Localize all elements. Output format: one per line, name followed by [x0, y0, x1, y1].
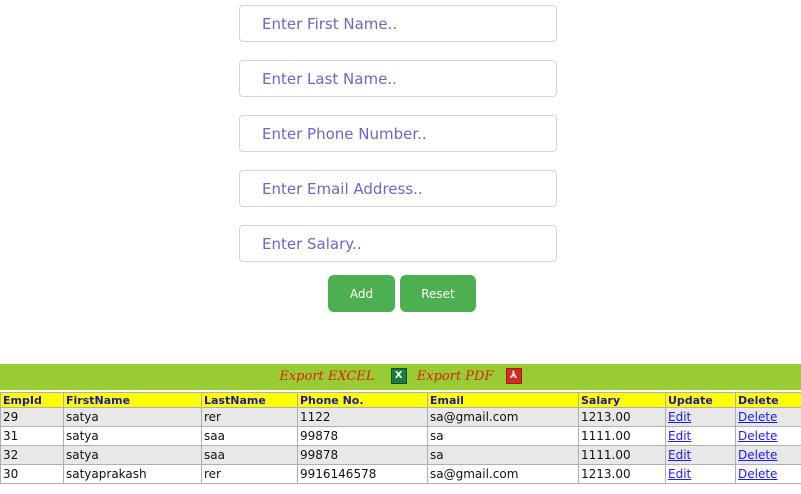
header-lastname: LastName	[201, 392, 298, 408]
form-actions: Add Reset	[328, 275, 488, 312]
export-pdf-link[interactable]: Export PDF	[417, 369, 494, 384]
delete-link[interactable]: Delete	[738, 410, 777, 424]
table-row: 31 satya saa 99878 sa 1111.00 Edit Delet…	[0, 426, 801, 446]
email-address-input[interactable]	[239, 170, 557, 207]
cell-delete: Delete	[735, 426, 801, 446]
phone-number-input[interactable]	[239, 115, 557, 152]
first-name-input[interactable]	[239, 5, 557, 42]
cell-firstname: satya	[63, 426, 202, 446]
cell-salary: 1111.00	[578, 426, 666, 446]
header-empid: EmpId	[0, 392, 64, 408]
cell-update: Edit	[665, 445, 736, 465]
cell-salary: 1213.00	[578, 407, 666, 427]
employee-table: EmpId FirstName LastName Phone No. Email…	[0, 392, 801, 484]
table-row: 30 satyaprakash rer 9916146578 sa@gmail.…	[0, 464, 801, 484]
cell-email: sa	[427, 445, 579, 465]
cell-phone: 99878	[297, 445, 428, 465]
cell-delete: Delete	[735, 445, 801, 465]
export-excel-link[interactable]: Export EXCEL	[279, 369, 374, 384]
header-phone: Phone No.	[297, 392, 428, 408]
employee-form	[239, 5, 557, 280]
last-name-input[interactable]	[239, 60, 557, 97]
reset-button[interactable]: Reset	[400, 275, 476, 312]
excel-icon[interactable]: X	[390, 367, 407, 384]
cell-email: sa	[427, 426, 579, 446]
cell-delete: Delete	[735, 407, 801, 427]
cell-email: sa@gmail.com	[427, 407, 579, 427]
table-row: 32 satya saa 99878 sa 1111.00 Edit Delet…	[0, 445, 801, 465]
cell-lastname: saa	[201, 426, 298, 446]
cell-lastname: rer	[201, 407, 298, 427]
cell-lastname: rer	[201, 464, 298, 484]
cell-phone: 99878	[297, 426, 428, 446]
salary-input[interactable]	[239, 225, 557, 262]
cell-phone: 9916146578	[297, 464, 428, 484]
header-update: Update	[665, 392, 736, 408]
cell-empid: 30	[0, 464, 64, 484]
pdf-icon[interactable]: ⅄	[505, 367, 522, 384]
cell-update: Edit	[665, 407, 736, 427]
header-email: Email	[427, 392, 579, 408]
cell-firstname: satya	[63, 445, 202, 465]
cell-update: Edit	[665, 426, 736, 446]
header-delete: Delete	[735, 392, 801, 408]
add-button[interactable]: Add	[328, 275, 395, 312]
table-header-row: EmpId FirstName LastName Phone No. Email…	[0, 392, 801, 408]
delete-link[interactable]: Delete	[738, 429, 777, 443]
table-row: 29 satya rer 1122 sa@gmail.com 1213.00 E…	[0, 407, 801, 427]
delete-link[interactable]: Delete	[738, 448, 777, 462]
cell-lastname: saa	[201, 445, 298, 465]
edit-link[interactable]: Edit	[668, 410, 691, 424]
cell-firstname: satya	[63, 407, 202, 427]
delete-link[interactable]: Delete	[738, 467, 777, 481]
export-bar: Export EXCEL X Export PDF ⅄	[0, 364, 801, 390]
edit-link[interactable]: Edit	[668, 467, 691, 481]
cell-email: sa@gmail.com	[427, 464, 579, 484]
cell-salary: 1111.00	[578, 445, 666, 465]
cell-empid: 31	[0, 426, 64, 446]
header-firstname: FirstName	[63, 392, 202, 408]
cell-empid: 32	[0, 445, 64, 465]
cell-update: Edit	[665, 464, 736, 484]
header-salary: Salary	[578, 392, 666, 408]
cell-phone: 1122	[297, 407, 428, 427]
cell-salary: 1213.00	[578, 464, 666, 484]
edit-link[interactable]: Edit	[668, 448, 691, 462]
cell-delete: Delete	[735, 464, 801, 484]
cell-firstname: satyaprakash	[63, 464, 202, 484]
edit-link[interactable]: Edit	[668, 429, 691, 443]
cell-empid: 29	[0, 407, 64, 427]
